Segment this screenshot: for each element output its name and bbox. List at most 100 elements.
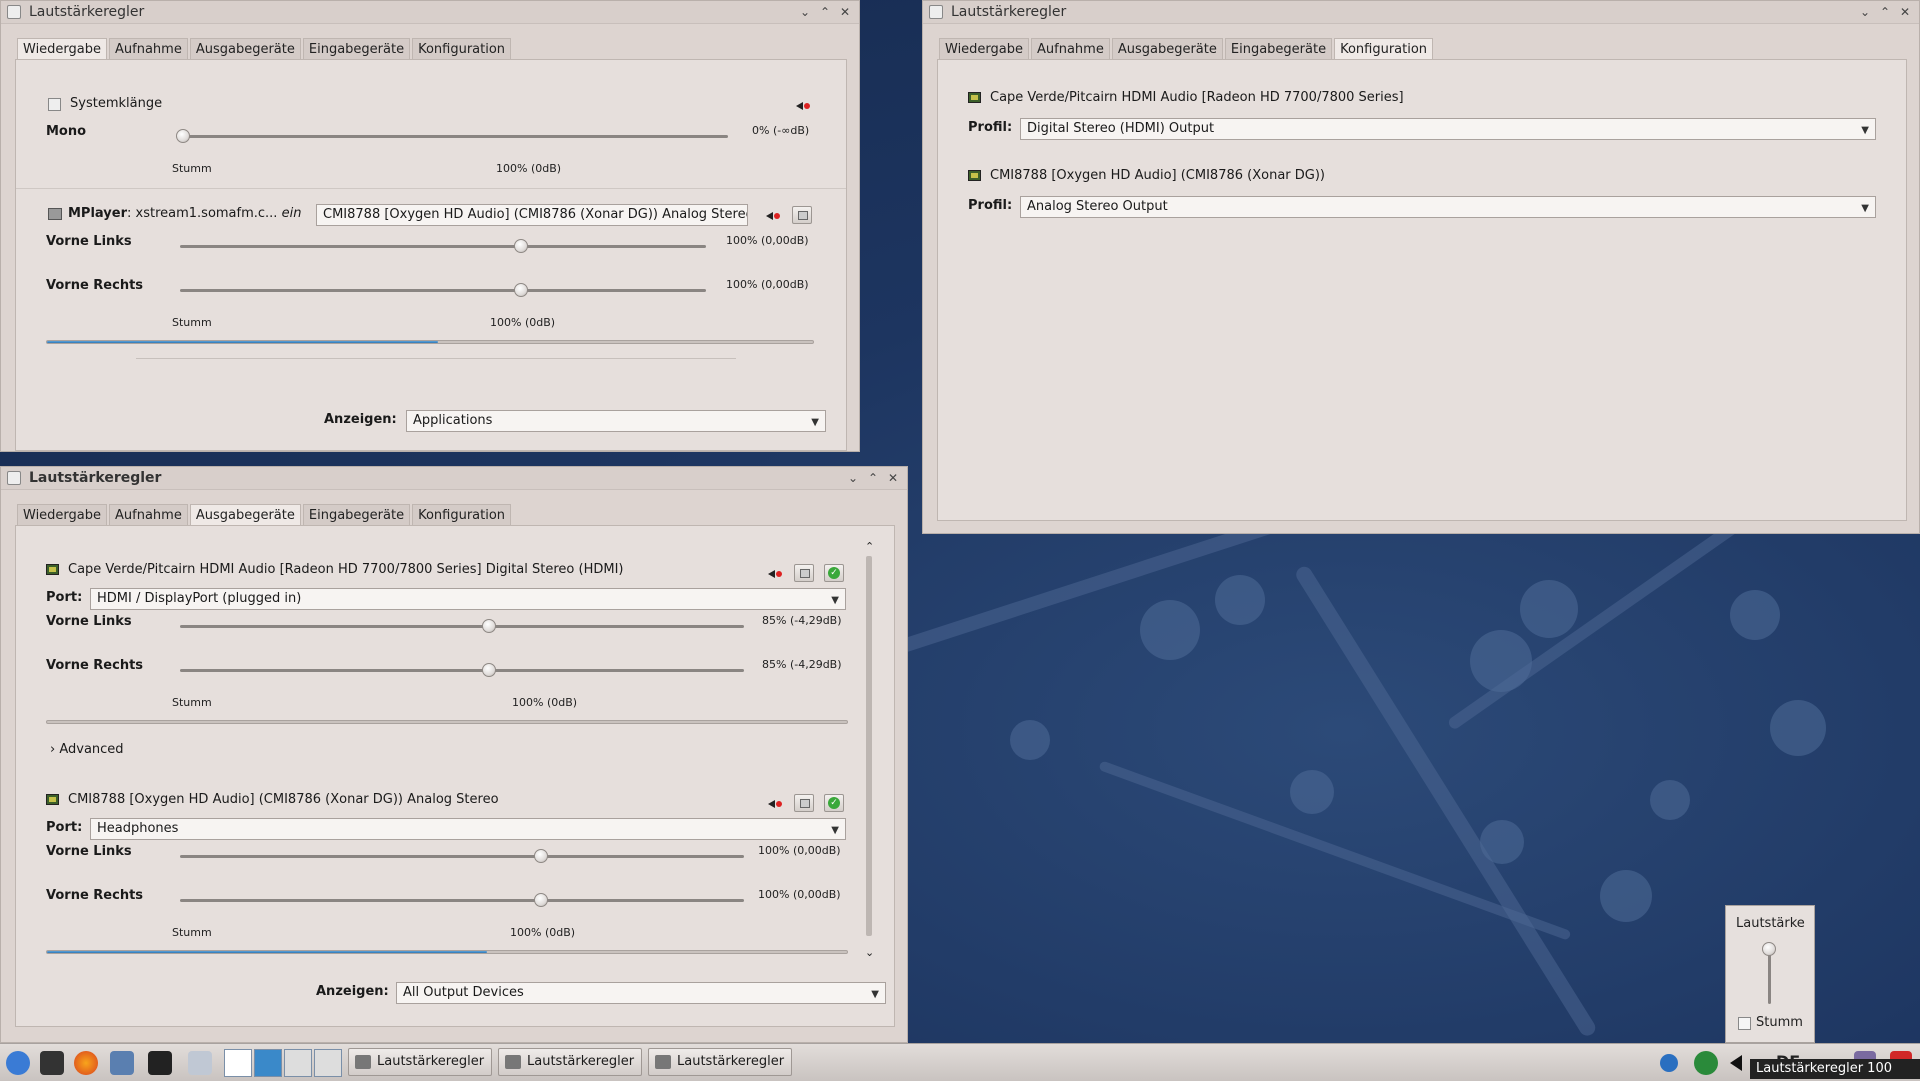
show-filter-select[interactable]: Applications ▼: [406, 410, 826, 432]
volume-value: 85% (-4,29dB): [762, 658, 842, 671]
port-select[interactable]: HDMI / DisplayPort (plugged in) ▼: [90, 588, 846, 610]
tab-recording[interactable]: Aufnahme: [109, 504, 188, 526]
workspace-2[interactable]: [254, 1049, 282, 1077]
tab-configuration[interactable]: Konfiguration: [412, 38, 512, 60]
mute-toggle-icon[interactable]: [768, 568, 782, 580]
start-menu-icon[interactable]: [6, 1051, 30, 1075]
volume-slider-handle[interactable]: [514, 283, 528, 297]
close-icon[interactable]: ✕: [885, 471, 901, 485]
tab-playback[interactable]: Wiedergabe: [17, 504, 108, 526]
configuration-panel: Cape Verde/Pitcairn HDMI Audio [Radeon H…: [937, 59, 1907, 521]
stream-name: : xstream1.somafm.c...: [127, 206, 278, 221]
taskbar-window-button[interactable]: Lautstärkeregler: [348, 1048, 492, 1076]
mail-icon[interactable]: [110, 1051, 134, 1075]
tab-recording[interactable]: Aufnahme: [109, 38, 188, 60]
separator: [136, 358, 736, 359]
system-sounds-icon: [48, 98, 61, 111]
taskbar-window-button[interactable]: Lautstärkeregler: [498, 1048, 642, 1076]
volume-slider-track[interactable]: [180, 625, 744, 628]
taskbar-window-button[interactable]: Lautstärkeregler: [648, 1048, 792, 1076]
tab-input-devices[interactable]: Eingabegeräte: [302, 504, 411, 526]
volume-slider-handle[interactable]: [514, 239, 528, 253]
minimize-icon[interactable]: ⌄: [1857, 5, 1873, 19]
firefox-icon[interactable]: [74, 1051, 98, 1075]
file-manager-icon[interactable]: [40, 1051, 64, 1075]
minimize-icon[interactable]: ⌄: [845, 471, 861, 485]
volume-slider-handle[interactable]: [482, 619, 496, 633]
show-filter-value: All Output Devices: [403, 985, 524, 1000]
volume-slider-track[interactable]: [182, 135, 728, 138]
tab-playback[interactable]: Wiedergabe: [939, 38, 1030, 60]
mute-toggle-icon[interactable]: [796, 100, 810, 112]
minimize-icon[interactable]: ⌄: [797, 5, 813, 19]
volume-slider-track[interactable]: [180, 669, 744, 672]
tab-configuration[interactable]: Konfiguration: [412, 504, 512, 526]
media-player-icon[interactable]: [1694, 1051, 1718, 1075]
set-default-button[interactable]: ✓: [824, 564, 844, 582]
chevron-down-icon: ▼: [831, 825, 839, 836]
terminal-icon[interactable]: [148, 1051, 172, 1075]
scale-mark-mute: Stumm: [172, 162, 212, 175]
mixer-window-configuration: Lautstärkeregler ⌄ ⌃ ✕ Wiedergabe Aufnah…: [922, 0, 1920, 534]
volume-slider-track[interactable]: [180, 289, 706, 292]
network-icon[interactable]: [1660, 1054, 1678, 1072]
maximize-icon[interactable]: ⌃: [865, 471, 881, 485]
scale-mark-100: 100% (0dB): [490, 316, 556, 329]
desktop-icon[interactable]: [188, 1051, 212, 1075]
tab-configuration[interactable]: Konfiguration: [1334, 38, 1434, 60]
workspace-3[interactable]: [284, 1049, 312, 1077]
master-volume-slider-handle[interactable]: [1762, 942, 1776, 956]
workspace-4[interactable]: [314, 1049, 342, 1077]
volume-popup: Lautstärke Stumm: [1725, 905, 1815, 1043]
set-default-button[interactable]: ✓: [824, 794, 844, 812]
mute-toggle-icon[interactable]: [766, 210, 780, 222]
tab-output-devices[interactable]: Ausgabegeräte: [1111, 38, 1223, 60]
mixer-window-output-devices: Lautstärkeregler ⌄ ⌃ ✕ Wiedergabe Aufnah…: [0, 466, 908, 1043]
volume-slider-handle[interactable]: [176, 129, 190, 143]
lock-channels-button[interactable]: [794, 564, 814, 582]
profile-select[interactable]: Digital Stereo (HDMI) Output ▼: [1020, 118, 1876, 140]
tab-input-devices[interactable]: Eingabegeräte: [1224, 38, 1333, 60]
check-icon: ✓: [828, 567, 840, 579]
maximize-icon[interactable]: ⌃: [1877, 5, 1893, 19]
maximize-icon[interactable]: ⌃: [817, 5, 833, 19]
advanced-expander[interactable]: › Advanced: [50, 742, 124, 757]
window-titlebar[interactable]: Lautstärkeregler ⌄ ⌃ ✕: [1, 467, 907, 490]
scroll-up-icon[interactable]: ⌃: [865, 540, 874, 553]
lock-channels-button[interactable]: [794, 794, 814, 812]
lock-channels-button[interactable]: [792, 206, 812, 224]
close-icon[interactable]: ✕: [1897, 5, 1913, 19]
volume-slider-handle[interactable]: [534, 849, 548, 863]
scroll-down-icon[interactable]: ⌄: [865, 946, 874, 959]
window-titlebar[interactable]: Lautstärkeregler ⌄ ⌃ ✕: [1, 1, 859, 24]
tab-output-devices[interactable]: Ausgabegeräte: [189, 504, 301, 526]
scale-mark-mute: Stumm: [172, 926, 212, 939]
speaker-app-icon: [929, 5, 943, 19]
close-icon[interactable]: ✕: [837, 5, 853, 19]
tab-output-devices[interactable]: Ausgabegeräte: [189, 38, 301, 60]
volume-slider-track[interactable]: [180, 855, 744, 858]
stream-app-name: MPlayer: [68, 206, 127, 221]
chevron-down-icon: ▼: [811, 417, 819, 428]
show-filter-select[interactable]: All Output Devices ▼: [396, 982, 886, 1004]
volume-slider-handle[interactable]: [482, 663, 496, 677]
tab-recording[interactable]: Aufnahme: [1031, 38, 1110, 60]
profile-select[interactable]: Analog Stereo Output ▼: [1020, 196, 1876, 218]
volume-slider-track[interactable]: [180, 899, 744, 902]
workspace-1[interactable]: [224, 1049, 252, 1077]
speaker-app-icon: [7, 471, 21, 485]
scrollbar[interactable]: [866, 556, 872, 936]
volume-slider-track[interactable]: [180, 245, 706, 248]
playback-panel: Systemklänge Mono 0% (-∞dB) Stumm 100% (…: [15, 59, 847, 451]
channel-label: Vorne Rechts: [46, 888, 144, 903]
stream-output-device-select[interactable]: CMI8788 [Oxygen HD Audio] (CMI8786 (Xona…: [316, 204, 748, 226]
mute-checkbox[interactable]: [1738, 1017, 1751, 1030]
tab-playback[interactable]: Wiedergabe: [17, 38, 108, 60]
mute-toggle-icon[interactable]: [768, 798, 782, 810]
volume-value: 100% (0,00dB): [726, 234, 809, 247]
volume-slider-handle[interactable]: [534, 893, 548, 907]
tab-input-devices[interactable]: Eingabegeräte: [302, 38, 411, 60]
window-titlebar[interactable]: Lautstärkeregler ⌄ ⌃ ✕: [923, 1, 1919, 24]
port-select[interactable]: Headphones ▼: [90, 818, 846, 840]
volume-icon[interactable]: [1730, 1051, 1750, 1075]
